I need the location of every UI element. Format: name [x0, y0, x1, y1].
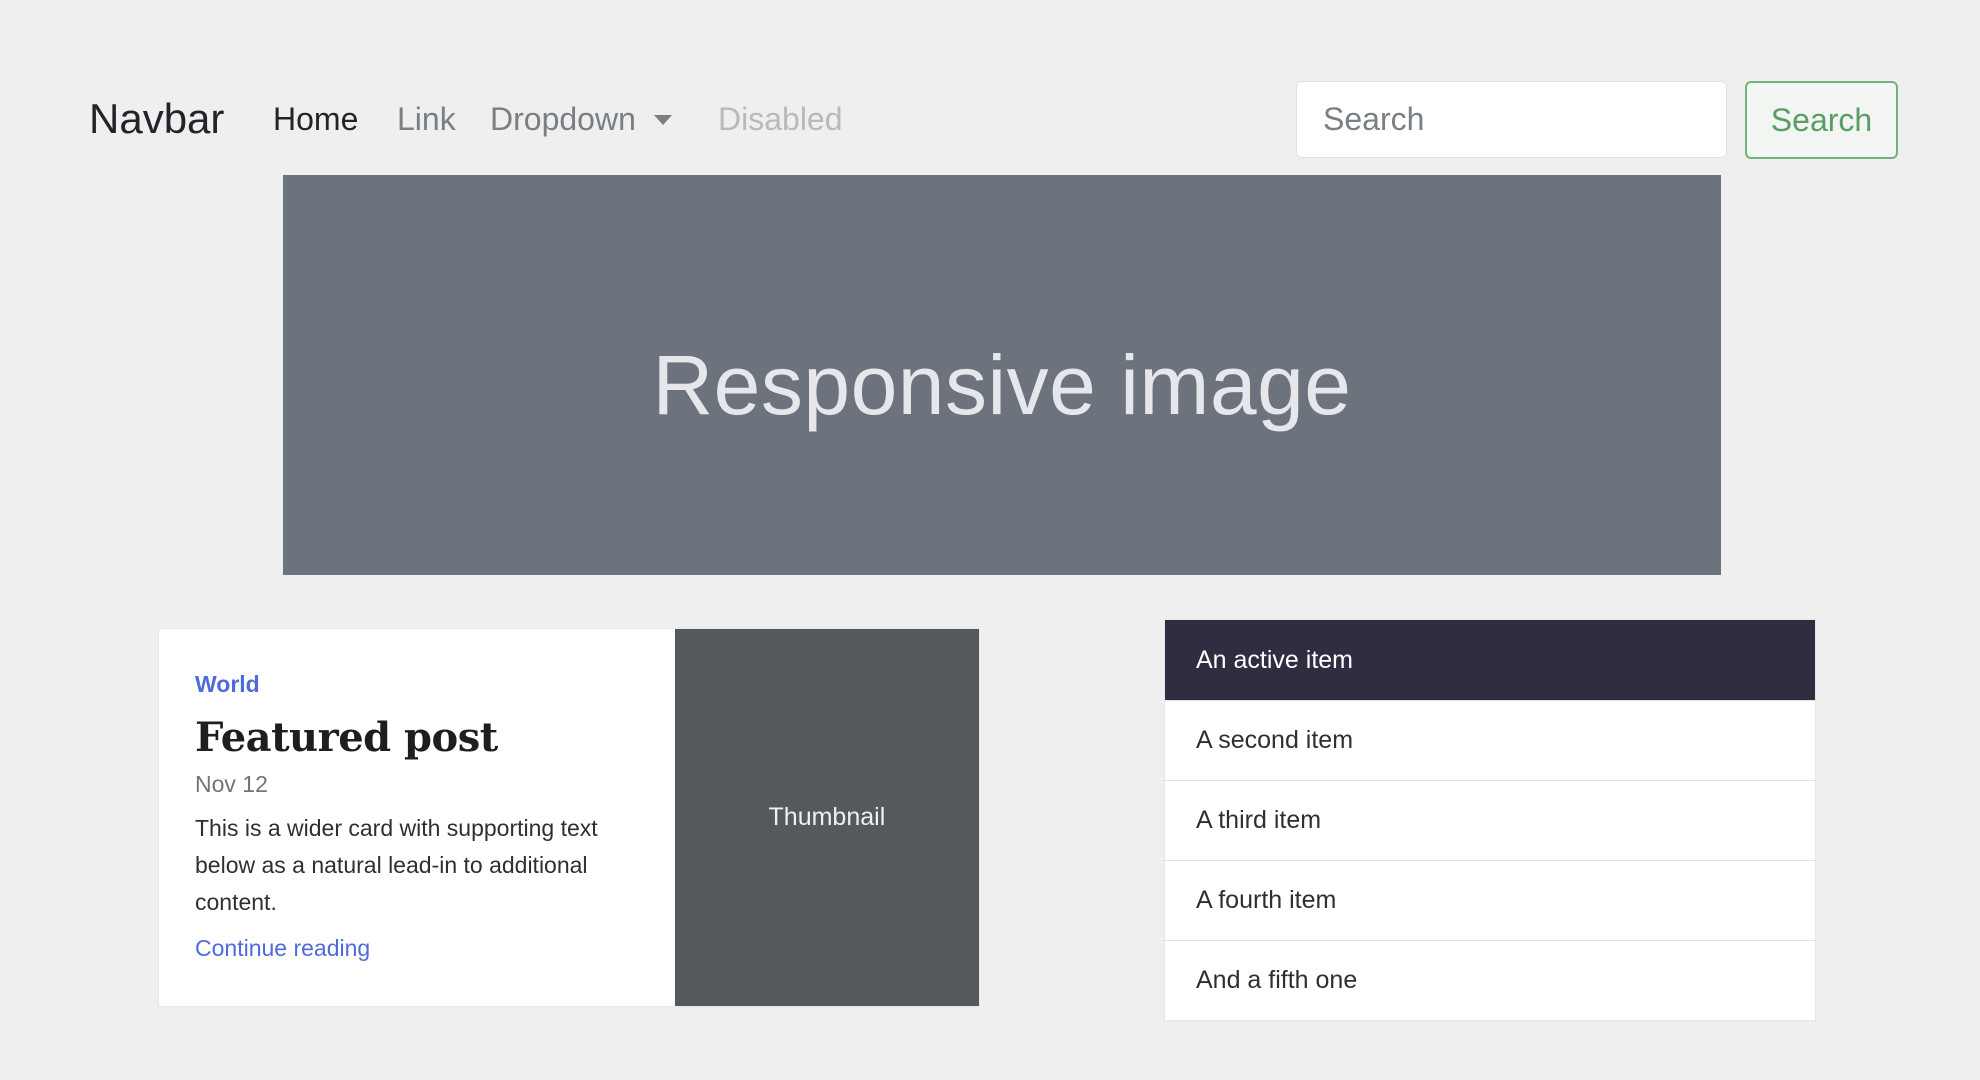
- list-item[interactable]: A fourth item: [1165, 860, 1815, 940]
- responsive-image-placeholder: Responsive image: [283, 175, 1721, 575]
- card-title: Featured post: [195, 714, 498, 761]
- featured-post-card: World Featured post Nov 12 This is a wid…: [158, 628, 980, 1007]
- nav-link-link[interactable]: Link: [397, 101, 456, 138]
- list-item[interactable]: A third item: [1165, 780, 1815, 860]
- card-text: This is a wider card with supporting tex…: [195, 815, 598, 915]
- navbar-brand[interactable]: Navbar: [89, 95, 224, 143]
- nav-link-home[interactable]: Home: [273, 101, 358, 138]
- card-thumbnail: Thumbnail: [674, 629, 979, 1006]
- list-item[interactable]: And a fifth one: [1165, 940, 1815, 1020]
- card-date: Nov 12: [195, 771, 268, 797]
- search-button[interactable]: Search: [1745, 81, 1898, 159]
- navbar: Navbar Home Link Dropdown Disabled Searc…: [0, 0, 1980, 160]
- card-category: World: [195, 671, 260, 697]
- chevron-down-icon: [653, 114, 672, 125]
- search-input[interactable]: [1296, 81, 1727, 158]
- continue-reading-link[interactable]: Continue reading: [195, 935, 370, 962]
- list-group: An active item A second item A third ite…: [1164, 619, 1816, 1021]
- card-body: World Featured post Nov 12 This is a wid…: [159, 629, 675, 1006]
- nav-dropdown-toggle[interactable]: Dropdown: [490, 101, 672, 138]
- responsive-image-label: Responsive image: [652, 337, 1352, 432]
- thumbnail-label: Thumbnail: [768, 803, 886, 831]
- nav-link-disabled: Disabled: [718, 101, 843, 137]
- nav-dropdown-label: Dropdown: [490, 101, 636, 137]
- list-item[interactable]: An active item: [1165, 620, 1815, 700]
- list-item[interactable]: A second item: [1165, 700, 1815, 780]
